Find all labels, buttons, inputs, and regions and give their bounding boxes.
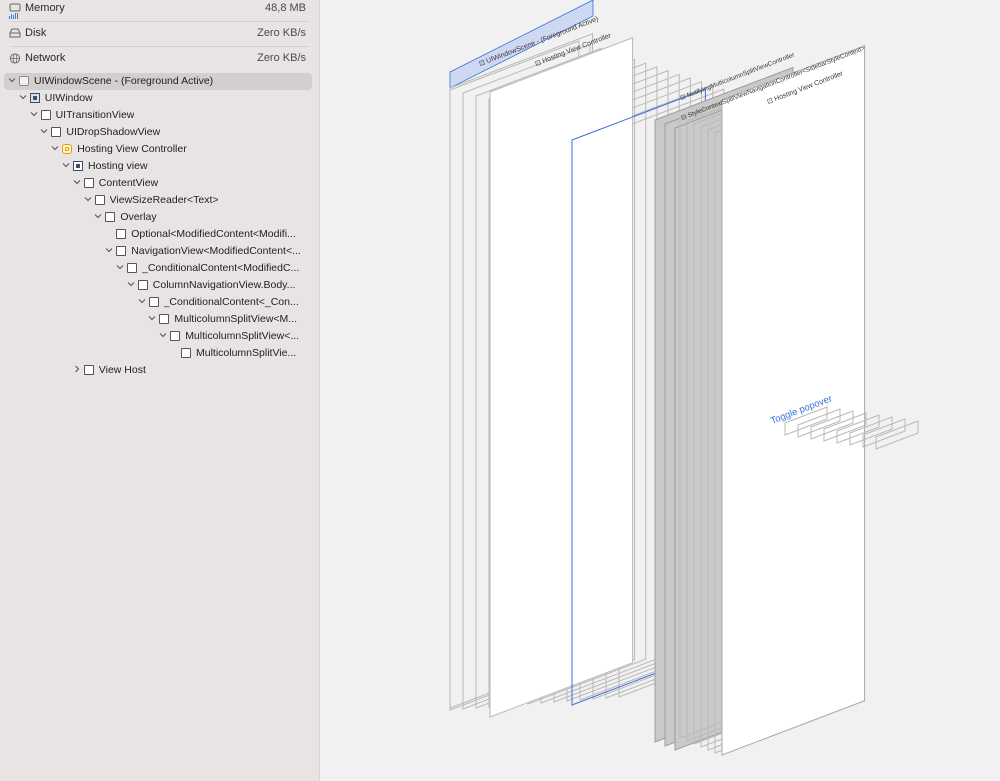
disk-icon — [9, 28, 21, 38]
view-icon — [181, 348, 191, 358]
view-debugger-canvas[interactable]: ⊡ UIWindowScene - (Foreground Active) ⊡ H… — [320, 0, 1000, 781]
tree-row[interactable]: Hosting View Controller — [4, 141, 312, 158]
tree-row[interactable]: _ConditionalContent<ModifiedC... — [4, 260, 312, 277]
debug-navigator-sidebar: Memory 48,8 MB Disk Zero KB/s Network Ze… — [0, 0, 320, 781]
disk-value: Zero KB/s — [257, 27, 306, 39]
view-icon — [105, 212, 116, 222]
view-icon — [137, 280, 148, 290]
tree-row-label: ContentView — [98, 177, 159, 189]
chevron-down-icon[interactable] — [94, 212, 102, 220]
tree-row[interactable]: Hosting view — [4, 158, 312, 175]
chevron-down-icon[interactable] — [159, 331, 167, 339]
exploded-view-hierarchy[interactable]: ⊡ UIWindowScene - (Foreground Active)⊡ H… — [320, 0, 1000, 781]
chevron-down-icon[interactable] — [51, 144, 59, 152]
tree-row[interactable]: ViewSizeReader<Text> — [4, 192, 312, 209]
tree-row-label: ViewSizeReader<Text> — [109, 194, 219, 206]
network-gauge[interactable]: Network Zero KB/s — [0, 50, 312, 72]
tree-row[interactable]: ContentView — [4, 175, 312, 192]
network-icon — [9, 53, 21, 64]
memory-gauge[interactable]: Memory 48,8 MB — [0, 0, 312, 22]
tree-row-label: UITransitionView — [55, 109, 135, 121]
tree-row-label: MulticolumnSplitVie... — [196, 347, 297, 359]
view-icon — [94, 195, 105, 205]
tree-row-label: UIWindowScene - (Foreground Active) — [34, 75, 214, 87]
tree-row-label: Optional<ModifiedContent<Modifi... — [131, 228, 296, 240]
tree-row[interactable]: UIWindowScene - (Foreground Active) — [4, 73, 312, 90]
view-icon — [116, 229, 127, 239]
tree-row[interactable]: UIDropShadowView — [4, 124, 312, 141]
tree-row[interactable]: MulticolumnSplitView<... — [4, 328, 312, 345]
tree-row-label: ColumnNavigationView.Body... — [152, 279, 296, 291]
tree-row-label: Overlay — [120, 211, 157, 223]
tree-row-label: _ConditionalContent<_Con... — [163, 296, 299, 308]
chevron-down-icon[interactable] — [30, 110, 38, 118]
chevron-down-icon[interactable] — [40, 127, 48, 135]
chevron-down-icon[interactable] — [73, 178, 81, 186]
network-label: Network — [25, 52, 66, 64]
tree-row[interactable]: ColumnNavigationView.Body... — [4, 277, 312, 294]
inner-hosting-view-layer[interactable] — [721, 45, 866, 756]
chevron-down-icon[interactable] — [105, 246, 113, 254]
view-icon — [127, 263, 137, 273]
tree-row[interactable]: Overlay — [4, 209, 312, 226]
popover-button-layer[interactable] — [862, 418, 906, 448]
chevron-down-icon[interactable] — [116, 263, 124, 271]
window-icon — [29, 93, 40, 103]
view-icon — [83, 178, 94, 188]
memory-value: 48,8 MB — [265, 2, 306, 14]
tree-row-label: MulticolumnSplitView<... — [185, 330, 300, 342]
vc-icon — [62, 144, 73, 154]
popover-button-layer[interactable] — [875, 420, 919, 450]
memory-sparkline — [9, 13, 18, 19]
network-value: Zero KB/s — [257, 52, 306, 64]
divider — [10, 46, 310, 47]
tree-row[interactable]: MulticolumnSplitView<M... — [4, 311, 312, 328]
view-icon — [148, 297, 159, 307]
chevron-right-icon[interactable] — [73, 365, 81, 373]
tree-row[interactable]: UITransitionView — [4, 107, 312, 124]
chevron-down-icon[interactable] — [84, 195, 92, 203]
divider — [10, 21, 310, 22]
disk-gauge[interactable]: Disk Zero KB/s — [0, 25, 312, 47]
chevron-down-icon[interactable] — [138, 297, 146, 305]
memory-icon — [9, 3, 21, 12]
view-icon — [116, 246, 127, 256]
chevron-down-icon[interactable] — [8, 76, 16, 84]
tree-row-label: UIWindow — [44, 92, 93, 104]
hosting-icon — [73, 161, 83, 171]
view-icon — [51, 127, 62, 137]
tree-row[interactable]: View Host — [4, 362, 312, 379]
memory-label: Memory — [25, 2, 65, 14]
tree-row[interactable]: _ConditionalContent<_Con... — [4, 294, 312, 311]
tree-row[interactable]: MulticolumnSplitVie... — [4, 345, 312, 362]
view-icon — [159, 314, 170, 324]
tree-row-label: _ConditionalContent<ModifiedC... — [142, 262, 300, 274]
tree-row[interactable]: NavigationView<ModifiedContent<... — [4, 243, 312, 260]
view-icon — [170, 331, 181, 341]
chevron-down-icon[interactable] — [148, 314, 156, 322]
tree-row-label: UIDropShadowView — [66, 126, 161, 138]
tree-row-label: MulticolumnSplitView<M... — [174, 313, 298, 325]
tree-row-label: View Host — [98, 364, 146, 376]
tree-row-label: Hosting view — [88, 160, 148, 172]
view-icon — [83, 365, 94, 375]
tree-row[interactable]: UIWindow — [4, 90, 312, 107]
scene-icon — [19, 76, 29, 86]
tree-row-label: Hosting View Controller — [77, 143, 187, 155]
chevron-down-icon[interactable] — [19, 93, 27, 101]
view-icon — [40, 110, 51, 120]
chevron-down-icon[interactable] — [127, 280, 135, 288]
tree-row[interactable]: Optional<ModifiedContent<Modifi... — [4, 226, 312, 243]
hosting-view-controller-layer[interactable] — [489, 37, 634, 718]
disk-label: Disk — [25, 27, 47, 39]
tree-row-label: NavigationView<ModifiedContent<... — [131, 245, 301, 257]
chevron-down-icon[interactable] — [62, 161, 70, 169]
